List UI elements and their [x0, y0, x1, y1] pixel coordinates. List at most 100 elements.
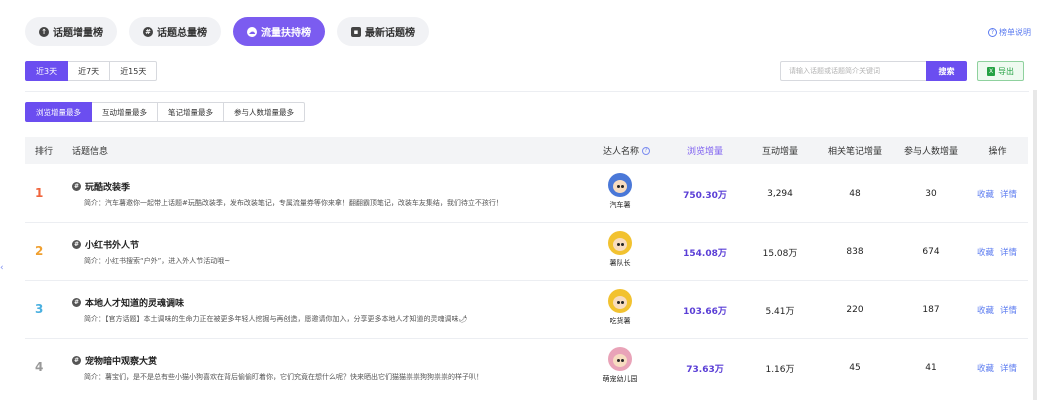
row-actions: 收藏 详情	[977, 165, 1017, 223]
hash-icon: #	[72, 182, 81, 191]
hash-icon: #	[72, 240, 81, 249]
avatar-face	[613, 180, 627, 193]
participants-value: 187	[922, 305, 940, 315]
sort-tab-0[interactable]: 浏览增量最多	[25, 102, 92, 122]
rank-number: 3	[35, 302, 44, 316]
column-interactions[interactable]: 互动增量	[745, 137, 815, 164]
hash-icon: #	[143, 26, 153, 37]
author-name[interactable]: 汽车薯	[610, 200, 631, 210]
participants-value: 30	[925, 189, 937, 199]
table-header: 排行 话题信息 达人名称 ? 浏览增量 互动增量 相关笔记增量 参与人数增量 操…	[25, 137, 1028, 164]
question-icon[interactable]: ?	[642, 146, 651, 155]
collect-button[interactable]: 收藏	[977, 362, 994, 374]
scrollbar[interactable]	[1033, 90, 1037, 400]
notes-value: 220	[846, 305, 864, 315]
views-value: 750.30万	[683, 190, 727, 201]
participants-value: 41	[925, 363, 937, 373]
sort-tab-3[interactable]: 参与人数增量最多	[224, 102, 305, 122]
top-tab-3[interactable]: ▪ 最新话题榜	[337, 17, 429, 46]
topic-title[interactable]: # 本地人才知道的灵魂调味	[72, 296, 184, 309]
column-author-label: 达人名称	[603, 147, 640, 157]
sort-tab-1[interactable]: 互动增量最多	[92, 102, 158, 122]
section-divider	[25, 91, 1029, 92]
period-selector: 近3天 近7天 近15天	[25, 61, 158, 81]
views-value: 103.66万	[683, 306, 727, 317]
detail-button[interactable]: 详情	[1000, 188, 1017, 200]
author-name[interactable]: 薯队长	[610, 258, 631, 268]
top-tab-0[interactable]: ↑ 话题增量榜	[25, 17, 117, 46]
top-tab-1[interactable]: # 话题总量榜	[129, 17, 221, 46]
author[interactable]: 萌宠幼儿园	[603, 347, 638, 384]
rank-number: 2	[35, 244, 44, 258]
topic-title-text[interactable]: 小红书外人节	[85, 238, 139, 251]
author[interactable]: 汽车薯	[605, 173, 635, 210]
chevron-left-icon[interactable]: ‹	[0, 263, 4, 273]
avatar[interactable]	[608, 231, 632, 255]
topic-description: 简介：薯宝们，是不是总有些小猫小狗喜欢在背后偷偷盯着你，它们究竟在想什么呢？快来…	[84, 373, 483, 381]
topic-description: 简介：汽车薯邀你一起带上话题#玩酷改装季，发布改装笔记，专属流量券等你来拿！翻翻…	[84, 199, 503, 207]
topic-description: 简介：【官方话题】本土调味的生命力正在被更多年轻人挖掘与再创造，愿邀请你加入，分…	[84, 315, 468, 323]
leaderboard-help-link[interactable]: ? 榜单说明	[988, 27, 1031, 38]
interactions-value: 1.16万	[765, 364, 795, 375]
column-views[interactable]: 浏览增量	[670, 137, 740, 164]
avatar-face	[613, 238, 627, 251]
views-value: 154.08万	[683, 248, 727, 259]
period-tab-1[interactable]: 近7天	[68, 61, 111, 81]
participants-value: 674	[922, 247, 940, 257]
topic-title-text[interactable]: 玩酷改装季	[85, 180, 130, 193]
notes-value: 45	[849, 363, 861, 373]
column-notes[interactable]: 相关笔记增量	[817, 137, 893, 164]
detail-button[interactable]: 详情	[1000, 362, 1017, 374]
sort-tab-2[interactable]: 笔记增量最多	[158, 102, 224, 122]
avatar-eye	[621, 243, 624, 246]
hash-icon: #	[72, 298, 81, 307]
search-button[interactable]: 搜索	[926, 61, 967, 81]
comment-icon: ▪	[351, 26, 361, 37]
avatar[interactable]	[608, 289, 632, 313]
avatar[interactable]	[608, 347, 632, 371]
column-ops: 操作	[988, 147, 1007, 157]
avatar-face	[613, 296, 627, 309]
topic-title[interactable]: # 玩酷改装季	[72, 180, 130, 193]
period-tab-0[interactable]: 近3天	[25, 61, 69, 81]
interactions-value: 3,294	[767, 189, 793, 199]
author[interactable]: 吃货薯	[605, 289, 635, 326]
author[interactable]: 薯队长	[605, 231, 635, 268]
sort-selector: 浏览增量最多 互动增量最多 笔记增量最多 参与人数增量最多	[25, 102, 305, 122]
topic-title[interactable]: # 小红书外人节	[72, 238, 139, 251]
top-tab-label: 流量扶持榜	[261, 28, 311, 39]
topic-title-text[interactable]: 宠物暗中观察大赏	[85, 354, 157, 367]
interactions-value: 15.08万	[762, 248, 798, 259]
avatar-eye	[617, 185, 620, 188]
top-tab-label: 话题总量榜	[157, 28, 207, 39]
topic-title-text[interactable]: 本地人才知道的灵魂调味	[85, 296, 184, 309]
rank-number: 1	[35, 186, 44, 200]
detail-button[interactable]: 详情	[1000, 246, 1017, 258]
top-tab-2[interactable]: ☁ 流量扶持榜	[233, 17, 325, 46]
search-input[interactable]	[780, 61, 926, 81]
table-row: 2 # 小红书外人节 简介：小红书搜索“户外”，进入外人节活动哦~ 薯队长 154.08万…	[25, 223, 1028, 281]
avatar[interactable]	[608, 173, 632, 197]
collect-button[interactable]: 收藏	[977, 246, 994, 258]
collect-button[interactable]: 收藏	[977, 304, 994, 316]
interactions-value: 5.41万	[765, 306, 795, 317]
leaderboard-tabs: ↑ 话题增量榜 # 话题总量榜 ☁ 流量扶持榜 ▪ 最新话题榜	[25, 17, 429, 46]
column-participants[interactable]: 参与人数增量	[893, 137, 969, 164]
collect-button[interactable]: 收藏	[977, 188, 994, 200]
avatar-eye	[617, 243, 620, 246]
cloud-icon: ☁	[247, 26, 257, 37]
detail-button[interactable]: 详情	[1000, 304, 1017, 316]
period-tab-2[interactable]: 近15天	[110, 61, 158, 81]
author-name[interactable]: 吃货薯	[610, 316, 631, 326]
avatar-eye	[621, 185, 624, 188]
export-button[interactable]: X 导出	[977, 61, 1024, 81]
topic-title[interactable]: # 宠物暗中观察大赏	[72, 354, 157, 367]
row-actions: 收藏 详情	[977, 223, 1017, 281]
avatar-face	[613, 354, 627, 367]
views-value: 73.63万	[686, 364, 724, 375]
column-topic: 话题信息	[72, 147, 109, 157]
author-name[interactable]: 萌宠幼儿园	[603, 374, 638, 384]
column-author: 达人名称 ?	[603, 137, 651, 164]
avatar-eye	[617, 359, 620, 362]
excel-icon: X	[987, 66, 995, 76]
